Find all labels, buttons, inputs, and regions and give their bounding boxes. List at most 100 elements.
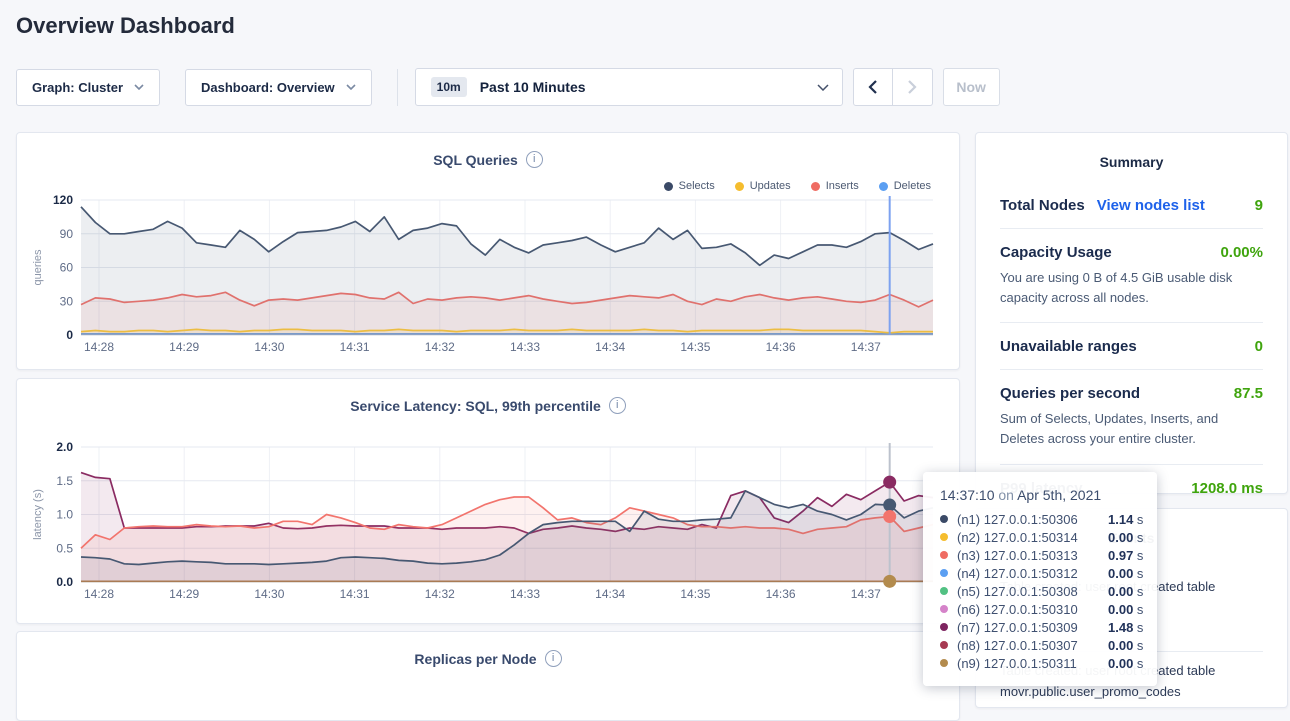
tooltip-node-row: (n5) 127.0.0.1:503080.00 s (940, 582, 1145, 600)
chart-hover-tooltip: 14:37:10 on Apr 5th, 2021 (n1) 127.0.0.1… (923, 472, 1157, 686)
svg-text:14:35: 14:35 (680, 587, 710, 601)
time-range-badge: 10m (431, 77, 467, 97)
svg-text:90: 90 (60, 227, 74, 241)
svg-text:latency (s): latency (s) (32, 489, 44, 540)
summary-row-total-nodes: Total Nodes View nodes list 9 (1000, 182, 1263, 229)
svg-text:2.0: 2.0 (56, 440, 73, 454)
svg-text:14:28: 14:28 (84, 587, 114, 601)
svg-text:60: 60 (60, 261, 74, 275)
tooltip-node-row: (n3) 127.0.0.1:503130.97 s (940, 546, 1145, 564)
sql-queries-panel: SQL Queries i SelectsUpdatesInsertsDelet… (16, 132, 960, 370)
tooltip-node-rows: (n1) 127.0.0.1:503061.14 s(n2) 127.0.0.1… (940, 510, 1145, 672)
dashboard-select-label: Dashboard: Overview (201, 80, 335, 95)
time-range-pager (853, 68, 933, 106)
svg-text:14:35: 14:35 (680, 340, 710, 354)
total-nodes-value: 9 (1255, 197, 1263, 214)
tooltip-node-row: (n2) 127.0.0.1:503140.00 s (940, 528, 1145, 546)
svg-text:14:34: 14:34 (595, 340, 625, 354)
svg-text:14:30: 14:30 (254, 587, 284, 601)
node-latency-value: 0.00 s (1108, 584, 1143, 599)
replicas-per-node-title: Replicas per Node i (17, 632, 959, 667)
tooltip-node-row: (n1) 127.0.0.1:503061.14 s (940, 510, 1145, 528)
node-latency-value: 1.48 s (1108, 620, 1143, 635)
tooltip-node-row: (n4) 127.0.0.1:503120.00 s (940, 564, 1145, 582)
node-color-dot (940, 533, 948, 541)
node-latency-value: 0.97 s (1108, 548, 1143, 563)
svg-text:14:33: 14:33 (510, 340, 540, 354)
node-latency-value: 0.00 s (1108, 566, 1143, 581)
dashboard-select-dropdown[interactable]: Dashboard: Overview (185, 69, 372, 106)
p99-latency-value: 1208.0 ms (1191, 480, 1263, 497)
time-prev-button[interactable] (853, 68, 893, 106)
service-latency-title: Service Latency: SQL, 99th percentile i (17, 379, 959, 414)
svg-text:14:33: 14:33 (510, 587, 540, 601)
legend-dot (664, 182, 673, 191)
svg-text:120: 120 (53, 193, 73, 207)
legend-dot (811, 182, 820, 191)
node-color-dot (940, 641, 948, 649)
info-icon[interactable]: i (526, 151, 543, 168)
tooltip-node-row: (n9) 127.0.0.1:503110.00 s (940, 654, 1145, 672)
svg-text:14:31: 14:31 (340, 340, 370, 354)
node-color-dot (940, 569, 948, 577)
svg-text:0.5: 0.5 (56, 541, 73, 555)
page-title: Overview Dashboard (16, 13, 235, 39)
node-color-dot (940, 515, 948, 523)
summary-title: Summary (976, 133, 1287, 170)
node-address: (n2) 127.0.0.1:50314 (957, 530, 1108, 545)
summary-panel: Summary Total Nodes View nodes list 9 Ca… (975, 132, 1288, 494)
time-next-button[interactable] (893, 68, 933, 106)
svg-text:14:36: 14:36 (766, 340, 796, 354)
node-color-dot (940, 551, 948, 559)
graph-scope-label: Graph: Cluster (32, 80, 123, 95)
node-address: (n7) 127.0.0.1:50309 (957, 620, 1108, 635)
svg-text:14:37: 14:37 (851, 587, 881, 601)
tooltip-node-row: (n8) 127.0.0.1:503070.00 s (940, 636, 1145, 654)
service-latency-chart[interactable]: 14:2814:2914:3014:3114:3214:3314:3414:35… (17, 438, 961, 610)
controls-divider (397, 69, 398, 106)
node-address: (n1) 127.0.0.1:50306 (957, 512, 1108, 527)
sql-queries-title: SQL Queries i (17, 133, 959, 168)
svg-text:0: 0 (66, 328, 73, 342)
info-icon[interactable]: i (545, 650, 562, 667)
tooltip-node-row: (n6) 127.0.0.1:503100.00 s (940, 600, 1145, 618)
node-address: (n9) 127.0.0.1:50311 (957, 656, 1108, 671)
svg-text:14:34: 14:34 (595, 587, 625, 601)
svg-text:queries: queries (32, 249, 44, 286)
svg-text:14:37: 14:37 (851, 340, 881, 354)
svg-text:30: 30 (60, 294, 74, 308)
service-latency-panel: Service Latency: SQL, 99th percentile i … (16, 378, 960, 624)
capacity-usage-value: 0.00% (1220, 244, 1263, 261)
summary-rows: Total Nodes View nodes list 9 Capacity U… (1000, 182, 1263, 511)
svg-text:14:29: 14:29 (169, 340, 199, 354)
node-address: (n6) 127.0.0.1:50310 (957, 602, 1108, 617)
now-button[interactable]: Now (943, 68, 1000, 106)
time-range-dropdown[interactable]: 10m Past 10 Minutes (415, 68, 843, 106)
sql-queries-chart[interactable]: 14:2814:2914:3014:3114:3214:3314:3414:35… (17, 191, 961, 363)
view-nodes-list-link[interactable]: View nodes list (1097, 197, 1205, 214)
time-range-label: Past 10 Minutes (480, 79, 586, 95)
svg-text:1.5: 1.5 (56, 474, 73, 488)
legend-dot (735, 182, 744, 191)
graph-scope-dropdown[interactable]: Graph: Cluster (16, 69, 160, 106)
capacity-usage-desc: You are using 0 B of 4.5 GiB usable disk… (1000, 268, 1263, 308)
svg-text:14:32: 14:32 (425, 587, 455, 601)
tooltip-timestamp: 14:37:10 on Apr 5th, 2021 (940, 487, 1145, 503)
node-address: (n5) 127.0.0.1:50308 (957, 584, 1108, 599)
node-latency-value: 0.00 s (1108, 656, 1143, 671)
summary-row-qps: Queries per second 87.5 Sum of Selects, … (1000, 370, 1263, 464)
node-color-dot (940, 587, 948, 595)
info-icon[interactable]: i (609, 397, 626, 414)
svg-text:14:36: 14:36 (766, 587, 796, 601)
svg-text:14:28: 14:28 (84, 340, 114, 354)
svg-text:14:32: 14:32 (425, 340, 455, 354)
unavailable-ranges-value: 0 (1255, 338, 1263, 355)
svg-text:14:31: 14:31 (340, 587, 370, 601)
qps-value: 87.5 (1234, 385, 1263, 402)
node-color-dot (940, 623, 948, 631)
replicas-per-node-panel: Replicas per Node i (16, 631, 960, 721)
node-color-dot (940, 605, 948, 613)
node-latency-value: 0.00 s (1108, 602, 1143, 617)
svg-text:1.0: 1.0 (56, 508, 73, 522)
chevron-down-icon (346, 84, 356, 90)
